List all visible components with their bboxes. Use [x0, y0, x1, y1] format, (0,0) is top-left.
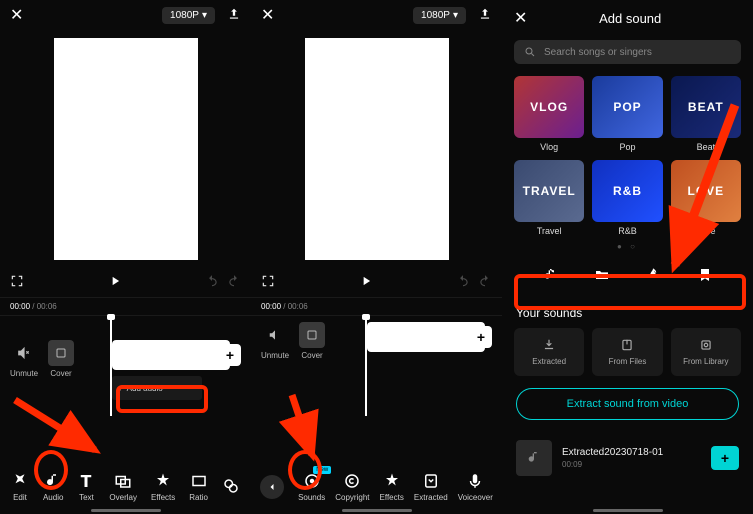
source-files[interactable]: From Files	[592, 328, 662, 376]
category-row-1: VLOGVlog POPPop BEATBeat	[502, 68, 753, 152]
timeline[interactable]: Unmute Cover + +Add audio	[0, 315, 251, 425]
category-travel[interactable]: TRAVELTravel	[514, 160, 584, 236]
unmute-button[interactable]: Unmute	[261, 322, 289, 360]
timeline[interactable]: Unmute Cover +	[251, 315, 502, 445]
tool-extracted[interactable]: Extracted	[414, 472, 448, 502]
video-clip[interactable]	[367, 322, 485, 352]
tool-text[interactable]: Text	[77, 472, 95, 502]
topbar: ✕ 1080P▾	[251, 0, 502, 30]
category-pop[interactable]: POPPop	[592, 76, 662, 152]
tool-audio[interactable]: Audio	[43, 472, 63, 502]
back-button[interactable]	[260, 475, 284, 499]
tab-tiktok-icon[interactable]	[542, 267, 558, 286]
page-title: Add sound	[519, 11, 741, 26]
home-indicator	[91, 509, 161, 512]
add-clip-button[interactable]: +	[470, 326, 492, 348]
unmute-button[interactable]: Unmute	[10, 340, 38, 378]
export-icon[interactable]	[478, 7, 492, 24]
fullscreen-icon[interactable]	[10, 274, 24, 291]
chevron-down-icon: ▾	[202, 10, 207, 21]
search-input[interactable]: Search songs or singers	[514, 40, 741, 64]
tab-folder-icon[interactable]	[594, 267, 610, 286]
preview-canvas[interactable]	[305, 38, 449, 260]
add-sound-panel: ✕ Add sound Search songs or singers VLOG…	[502, 0, 753, 514]
home-indicator	[342, 509, 412, 512]
play-button[interactable]	[359, 274, 373, 291]
tool-filter[interactable]	[222, 477, 240, 498]
redo-icon[interactable]	[227, 274, 241, 291]
category-beat[interactable]: BEATBeat	[671, 76, 741, 152]
add-sound-button[interactable]: +	[711, 446, 739, 470]
section-title: Your sounds	[502, 296, 753, 328]
cover-button[interactable]: Cover	[299, 322, 325, 360]
tab-fire-icon[interactable]	[645, 267, 661, 286]
close-button[interactable]: ✕	[10, 5, 23, 25]
undo-icon[interactable]	[205, 274, 219, 291]
add-clip-button[interactable]: +	[219, 344, 241, 366]
header: ✕ Add sound	[502, 0, 753, 36]
time-display: 00:00 / 00:06	[0, 297, 251, 315]
category-love[interactable]: LOVELove	[671, 160, 741, 236]
source-extracted[interactable]: Extracted	[514, 328, 584, 376]
tool-overlay[interactable]: Overlay	[109, 472, 137, 502]
new-badge: New	[313, 466, 331, 474]
sound-item[interactable]: Extracted20230718-01 00:09 +	[502, 432, 753, 484]
tab-bookmark-icon[interactable]	[697, 267, 713, 286]
video-clip[interactable]	[112, 340, 230, 370]
cover-button[interactable]: Cover	[48, 340, 74, 378]
audio-toolbar: SoundsNew Copyright Effects Extracted Vo…	[251, 472, 502, 502]
redo-icon[interactable]	[478, 274, 492, 291]
fullscreen-icon[interactable]	[261, 274, 275, 291]
editor-panel-2: ✕ 1080P▾ 00:00 / 00:06 Unmute Cover + So…	[251, 0, 502, 514]
export-icon[interactable]	[227, 7, 241, 24]
extract-sound-button[interactable]: Extract sound from video	[516, 388, 739, 420]
add-audio-button[interactable]: +Add audio	[112, 376, 202, 400]
play-button[interactable]	[108, 274, 122, 291]
undo-icon[interactable]	[456, 274, 470, 291]
close-button[interactable]: ✕	[261, 5, 274, 25]
sound-thumb	[516, 440, 552, 476]
resolution-selector[interactable]: 1080P▾	[413, 7, 466, 24]
source-library[interactable]: From Library	[671, 328, 741, 376]
playback-controls	[0, 268, 251, 297]
playback-controls	[251, 268, 502, 297]
tool-edit[interactable]: Edit	[11, 472, 29, 502]
search-placeholder: Search songs or singers	[544, 47, 652, 58]
time-display: 00:00 / 00:06	[251, 297, 502, 315]
tool-sound-effects[interactable]: Effects	[380, 472, 404, 502]
category-rnb[interactable]: R&BR&B	[592, 160, 662, 236]
tool-sounds[interactable]: SoundsNew	[298, 472, 325, 502]
category-vlog[interactable]: VLOGVlog	[514, 76, 584, 152]
chevron-down-icon: ▾	[453, 10, 458, 21]
source-tabs	[508, 257, 747, 296]
editor-panel-1: ✕ 1080P▾ 00:00 / 00:06 Unmute Cover + +A…	[0, 0, 251, 514]
home-indicator	[593, 509, 663, 512]
tool-effects[interactable]: Effects	[151, 472, 175, 502]
tool-ratio[interactable]: Ratio	[189, 472, 208, 502]
preview-canvas[interactable]	[54, 38, 198, 260]
page-dots: ● ○	[502, 236, 753, 257]
topbar: ✕ 1080P▾	[0, 0, 251, 30]
tool-voiceover[interactable]: Voiceover	[458, 472, 493, 502]
sound-info: Extracted20230718-01 00:09	[562, 447, 701, 469]
tool-copyright[interactable]: Copyright	[335, 472, 369, 502]
category-row-2: TRAVELTravel R&BR&B LOVELove	[502, 152, 753, 236]
search-icon	[524, 46, 536, 58]
resolution-selector[interactable]: 1080P▾	[162, 7, 215, 24]
source-buttons: Extracted From Files From Library	[502, 328, 753, 376]
bottom-toolbar: Edit Audio Text Overlay Effects Ratio	[0, 472, 251, 502]
